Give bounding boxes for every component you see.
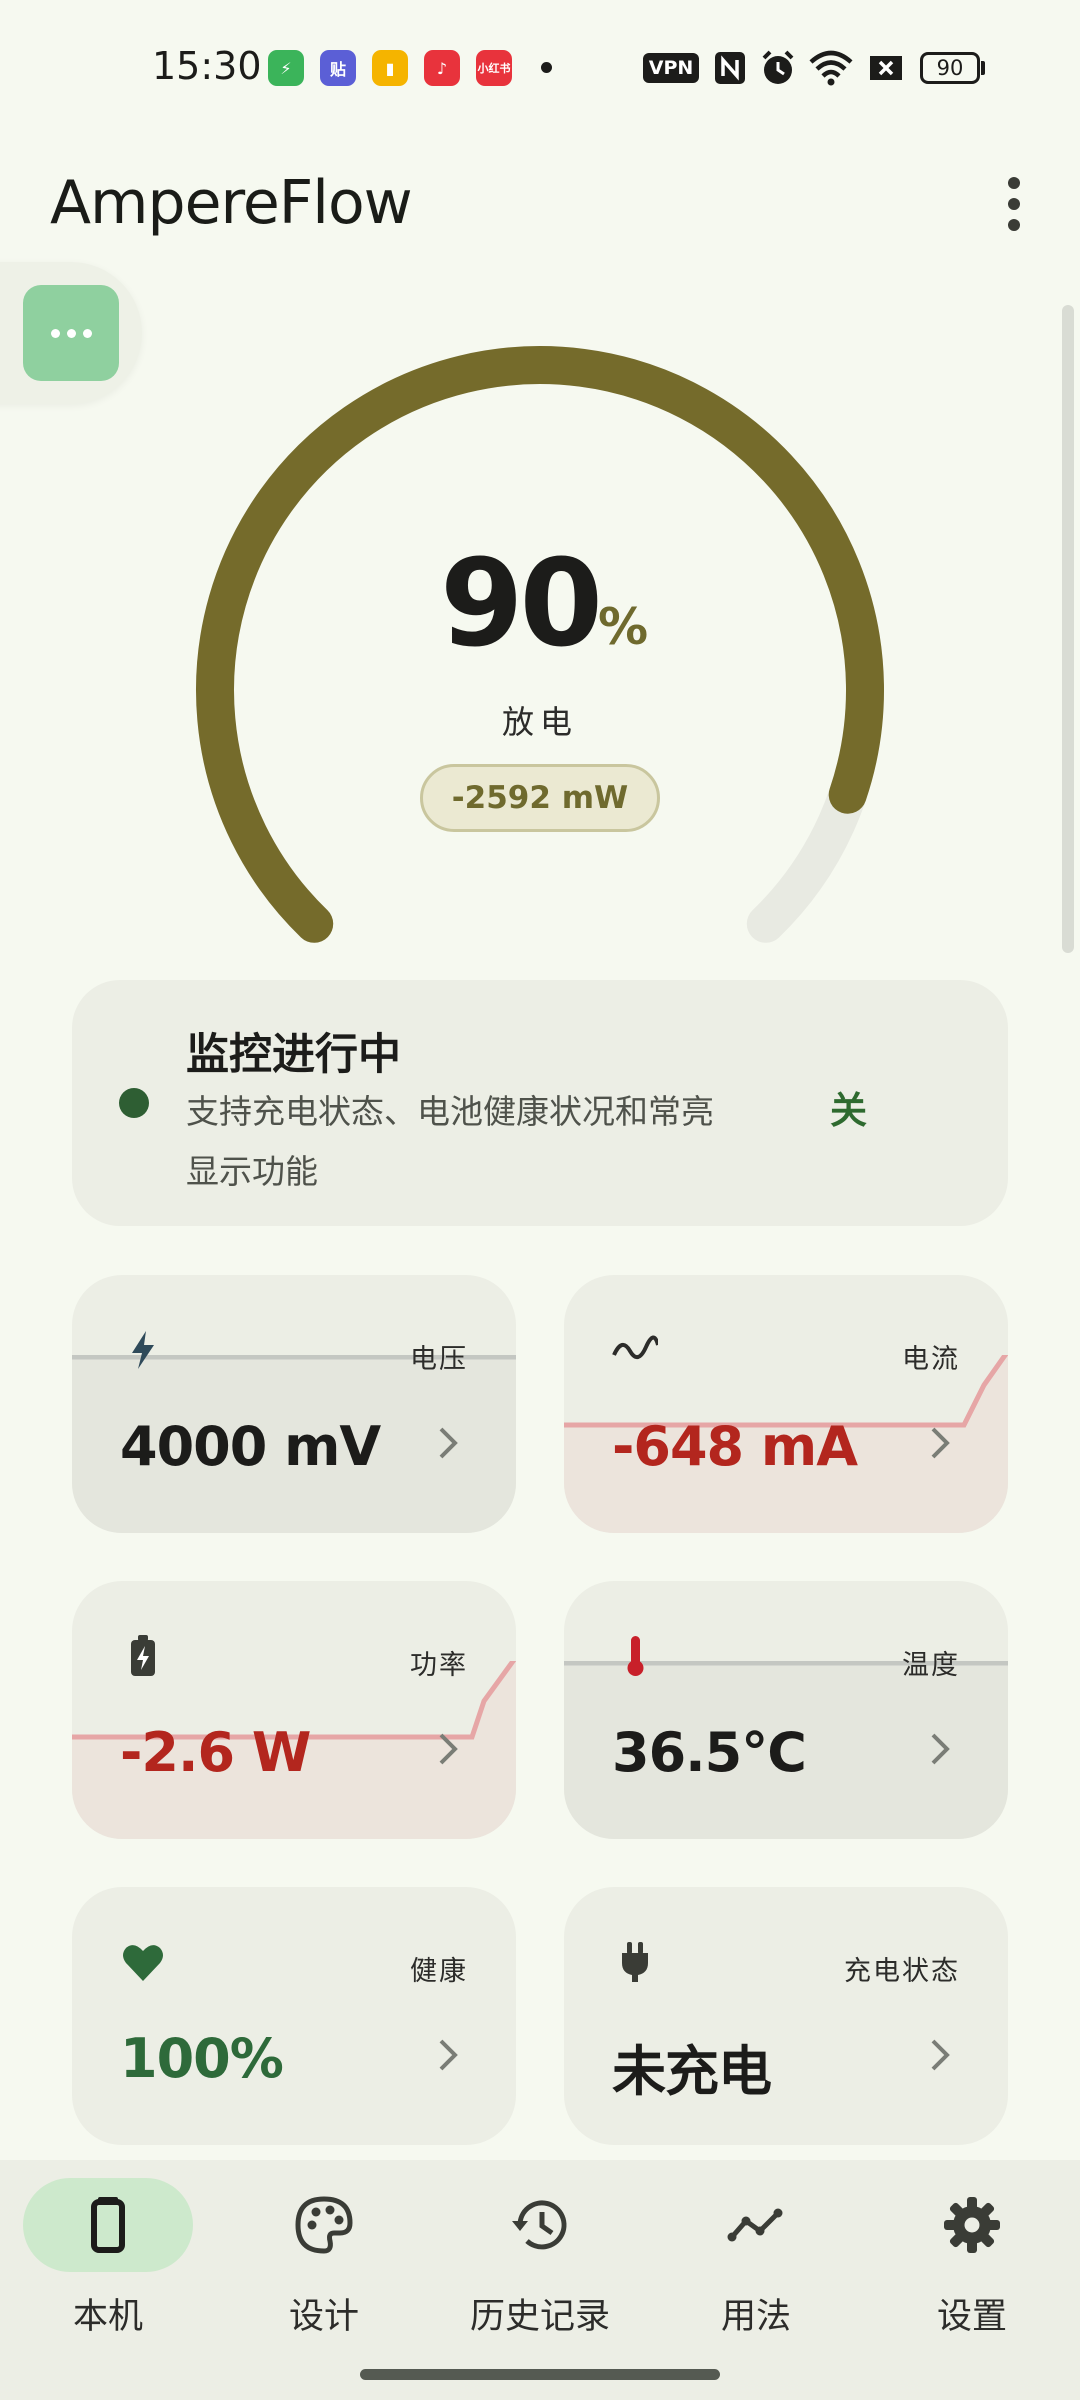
bolt-icon [132, 1331, 154, 1369]
metric-value: 36.5°C [612, 1721, 807, 1784]
phone-battery-icon [91, 2197, 125, 2253]
tieba-app-icon: 贴 [320, 50, 356, 86]
xiaohongshu-app-icon: 小红书 [476, 50, 512, 86]
metric-value: -648 mA [612, 1415, 858, 1478]
heart-icon [123, 1945, 163, 1981]
nav-item-usage[interactable]: 用法 [648, 2178, 864, 2348]
notification-dot-icon [541, 62, 552, 73]
nav-item-design[interactable]: 设计 [216, 2178, 432, 2348]
nav-label: 设置 [936, 2297, 1007, 2337]
chevron-right-icon [931, 1733, 950, 1765]
battery-charging-icon [131, 1635, 155, 1676]
metric-label: 充电状态 [844, 1956, 960, 1987]
nav-item-settings[interactable]: 设置 [864, 2178, 1080, 2348]
floating-menu-button[interactable] [23, 285, 119, 381]
chevron-right-icon [931, 1427, 950, 1459]
scrollbar[interactable] [1062, 305, 1074, 953]
trend-icon [727, 2208, 783, 2242]
battery-state-label: 放电 [501, 703, 578, 741]
wifi-icon [809, 50, 853, 86]
shield-app-icon: ⚡ [268, 50, 304, 86]
no-sim-icon [870, 56, 902, 80]
metric-card-voltage[interactable]: 电压 4000 mV [72, 1275, 516, 1533]
more-dot-icon [1008, 197, 1020, 210]
nav-item-history[interactable]: 历史记录 [432, 2178, 648, 2348]
thermometer-icon [627, 1636, 644, 1676]
battery-percent-unit: % [598, 598, 649, 656]
palette-icon [295, 2196, 353, 2254]
metric-label: 温度 [902, 1650, 960, 1681]
nav-item-device[interactable]: 本机 [0, 2178, 216, 2348]
more-dot-icon [1008, 176, 1020, 189]
status-bar: 15:30 ⚡ 贴 ▮ ♪ 小红书 VPN 90 [0, 0, 1080, 135]
nav-label: 设计 [288, 2297, 359, 2337]
wave-icon [612, 1335, 658, 1359]
monitor-title: 监控进行中 [186, 1030, 401, 1080]
vpn-icon: VPN [643, 53, 699, 83]
more-menu-button[interactable] [990, 172, 1038, 236]
nav-label: 历史记录 [469, 2297, 610, 2337]
metric-card-power[interactable]: 功率 -2.6 W [72, 1581, 516, 1839]
more-dot-icon [1008, 219, 1020, 232]
metric-value: 4000 mV [120, 1415, 381, 1478]
app-title: AmpereFlow [50, 168, 413, 238]
metric-card-charging[interactable]: 充电状态 未充电 [564, 1887, 1008, 2145]
battery-icon: 90 [920, 52, 980, 84]
metric-card-current[interactable]: 电流 -648 mA [564, 1275, 1008, 1533]
nav-label: 本机 [72, 2297, 143, 2337]
monitor-description: 支持充电状态、电池健康状况和常亮显示功能 [186, 1092, 714, 1191]
history-icon [512, 2200, 567, 2250]
ellipsis-dot-icon [66, 328, 76, 338]
ellipsis-dot-icon [50, 328, 60, 338]
monitor-toggle-button[interactable]: 关 [830, 1080, 867, 1134]
metric-label: 电压 [410, 1344, 468, 1375]
metric-label: 功率 [410, 1650, 468, 1681]
chevron-right-icon [439, 1733, 458, 1765]
battery-tip [981, 61, 985, 75]
home-indicator[interactable] [360, 2369, 720, 2380]
gear-icon [944, 2197, 1000, 2253]
battery-percent-value: 90 [440, 535, 603, 674]
ellipsis-dot-icon [82, 328, 92, 338]
nfc-icon [715, 52, 745, 84]
power-draw-badge: -2592 mW [420, 764, 660, 832]
music-app-icon: ♪ [424, 50, 460, 86]
chevron-right-icon [439, 2039, 458, 2071]
metric-label: 电流 [902, 1344, 960, 1375]
chevron-right-icon [439, 1427, 458, 1459]
alarm-icon [762, 50, 794, 84]
metric-value: -2.6 W [120, 1721, 311, 1784]
metric-value: 100% [120, 2027, 284, 2090]
status-dot-icon [119, 1088, 149, 1118]
plug-icon [622, 1942, 648, 1982]
metric-value: 未充电 [612, 2040, 772, 2103]
metric-label: 健康 [410, 1956, 468, 1987]
status-time: 15:30 [152, 44, 262, 88]
nav-label: 用法 [720, 2297, 791, 2337]
chevron-right-icon [931, 2039, 950, 2071]
books-app-icon: ▮ [372, 50, 408, 86]
metric-card-temperature[interactable]: 温度 36.5°C [564, 1581, 1008, 1839]
metric-card-health[interactable]: 健康 100% [72, 1887, 516, 2145]
